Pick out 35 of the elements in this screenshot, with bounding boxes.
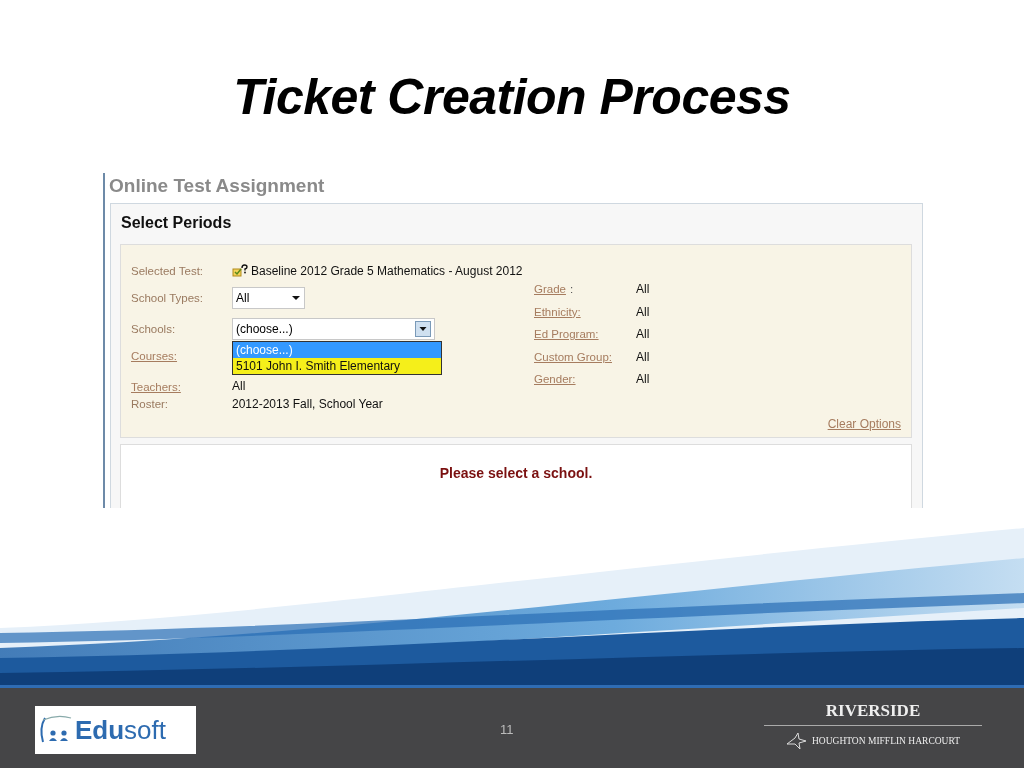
filter-value: All [636,349,650,364]
filter-link[interactable]: Ed Program: [534,328,599,341]
caret-icon[interactable] [291,294,301,301]
dropdown-field[interactable]: All [232,286,305,309]
filter-link[interactable]: Ethnicity: [534,305,581,318]
filter-value: All [636,372,650,387]
status-message: Please select a school. [439,465,593,483]
field-value: 2012-2013 Fall, School Year [232,397,383,411]
page-heading: Online Test Assignment [108,174,326,198]
logo-text: Edusoft [75,714,167,746]
slide-title: Ticket Creation Process [233,68,791,127]
field-label: School Types: [131,291,205,304]
edit-help-icon[interactable] [232,263,248,278]
filter-value: All [636,282,650,297]
field-link[interactable]: Courses: [131,349,232,362]
field-label: Roster: [131,398,170,410]
panel-title: Select Periods [120,213,233,233]
colon-text: : [569,283,574,296]
filter-value: All [636,304,650,319]
dropdown-option[interactable]: (choose...) [233,341,441,358]
field-label: Schools: [131,322,177,335]
field-label: Selected Test: [131,264,205,277]
filter-link[interactable]: Custom Group: [534,350,612,363]
field-link[interactable]: Teachers: [131,381,232,393]
logo-text: RIVERSIDE [764,701,982,726]
dropdown-field[interactable]: (choose...) [232,317,435,340]
filter-link[interactable]: Grade [534,283,566,296]
logo-subtext: HOUGHTON MIFFLIN HARCOURT [811,736,961,746]
clear-options-link[interactable]: Clear Options [827,417,901,431]
page-number: 11 [500,722,514,737]
filter-value: All [636,327,650,342]
field-value: All [232,379,246,393]
filter-link[interactable]: Gender: [534,373,576,386]
field-value: Baseline 2012 Grade 5 Mathematics - August 2012 [251,263,523,278]
caret-icon[interactable] [415,320,431,337]
